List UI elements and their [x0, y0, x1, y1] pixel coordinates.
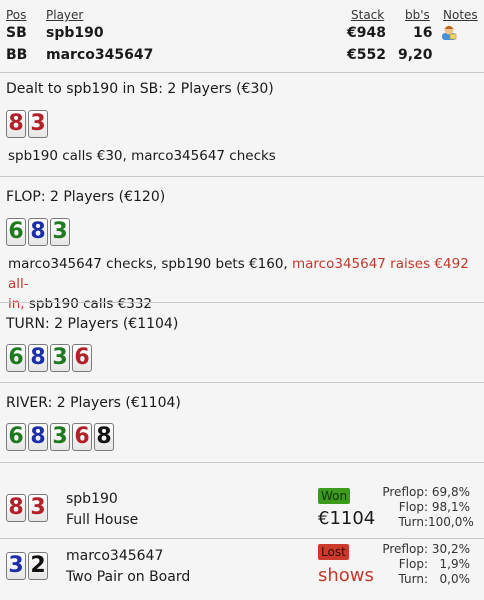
playing-card: 3	[50, 218, 70, 246]
playing-card: 6	[6, 218, 26, 246]
flop-title: FLOP: 2 Players (€120)	[6, 189, 166, 205]
raise-text: in,	[8, 296, 25, 312]
shows-label: shows	[318, 565, 374, 586]
playing-card: 8	[28, 423, 48, 451]
equity-value: 69,8%	[431, 485, 470, 499]
playing-card: 2	[28, 552, 48, 580]
flop-cards: 6 8 3	[6, 218, 70, 246]
river-title: RIVER: 2 Players (€1104)	[6, 395, 181, 411]
playing-card: 6	[6, 423, 26, 451]
player-name[interactable]: spb190	[46, 25, 104, 41]
col-header-notes[interactable]: Notes	[443, 8, 478, 22]
equity-label: Turn:	[398, 572, 428, 586]
playing-card: 8	[94, 423, 114, 451]
divider	[0, 382, 484, 383]
equity-value: 1,9%	[439, 557, 471, 571]
col-header-stack[interactable]: Stack	[351, 8, 384, 22]
turn-title: TURN: 2 Players (€1104)	[6, 316, 179, 332]
col-header-bbs[interactable]: bb's	[405, 8, 430, 22]
col-header-player[interactable]: Player	[46, 8, 83, 22]
equity-value: 100,0%	[428, 515, 474, 529]
equity-table: Preflop: 69,8% Flop: 98,1% Turn: 100,0%	[376, 485, 474, 529]
playing-card: 3	[50, 423, 70, 451]
result-hole-cards: 8 3	[6, 494, 48, 522]
river-cards: 6 8 3 6 8	[6, 423, 114, 451]
won-badge: Won	[318, 488, 351, 504]
equity-label: Flop:	[398, 500, 428, 514]
user-note-icon[interactable]	[441, 24, 457, 44]
divider	[0, 538, 484, 539]
playing-card: 6	[72, 423, 92, 451]
playing-card: 8	[6, 110, 26, 138]
equity-table: Preflop: 30,2% Flop: 1,9% Turn: 0,0%	[376, 542, 470, 586]
playing-card: 8	[6, 494, 26, 522]
player-name[interactable]: marco345647	[46, 47, 153, 63]
playing-card: 8	[28, 344, 48, 372]
equity-label: Flop:	[398, 557, 428, 571]
result-player-name[interactable]: spb190	[66, 491, 118, 507]
result-hand-description: Two Pair on Board	[66, 569, 191, 585]
player-pos: SB	[6, 25, 27, 41]
equity-value: 30,2%	[431, 542, 470, 556]
playing-card: 3	[28, 494, 48, 522]
player-pos: BB	[6, 47, 28, 63]
divider	[0, 176, 484, 177]
divider	[0, 462, 484, 463]
player-stack: €552	[347, 47, 386, 63]
equity-label: Turn:	[398, 515, 428, 529]
result-hole-cards: 3 2	[6, 552, 48, 580]
hole-cards: 8 3	[6, 110, 48, 138]
flop-action-text: marco345647 checks, spb190 bets €160,	[8, 256, 292, 272]
playing-card: 8	[28, 218, 48, 246]
lost-badge: Lost	[318, 544, 349, 560]
player-bbs: 9,20	[398, 47, 433, 63]
result-hand-description: Full House	[66, 512, 139, 528]
equity-label: Preflop:	[382, 542, 428, 556]
playing-card: 3	[50, 344, 70, 372]
result-player-name[interactable]: marco345647	[66, 548, 163, 564]
playing-card: 3	[6, 552, 26, 580]
divider	[0, 72, 484, 73]
flop-action-text: spb190 calls €332	[24, 296, 153, 312]
won-amount: €1104	[318, 508, 376, 529]
preflop-title: Dealt to spb190 in SB: 2 Players (€30)	[6, 81, 274, 97]
flop-action: marco345647 checks, spb190 bets €160, ma…	[8, 254, 478, 314]
player-bbs: 16	[413, 25, 433, 41]
equity-value: 0,0%	[439, 572, 471, 586]
playing-card: 6	[6, 344, 26, 372]
equity-label: Preflop:	[382, 485, 428, 499]
col-header-pos[interactable]: Pos	[6, 8, 26, 22]
divider	[0, 302, 484, 303]
player-stack: €948	[347, 25, 386, 41]
equity-value: 98,1%	[431, 500, 470, 514]
turn-cards: 6 8 3 6	[6, 344, 92, 372]
playing-card: 6	[72, 344, 92, 372]
preflop-action: spb190 calls €30, marco345647 checks	[8, 148, 276, 164]
playing-card: 3	[28, 110, 48, 138]
